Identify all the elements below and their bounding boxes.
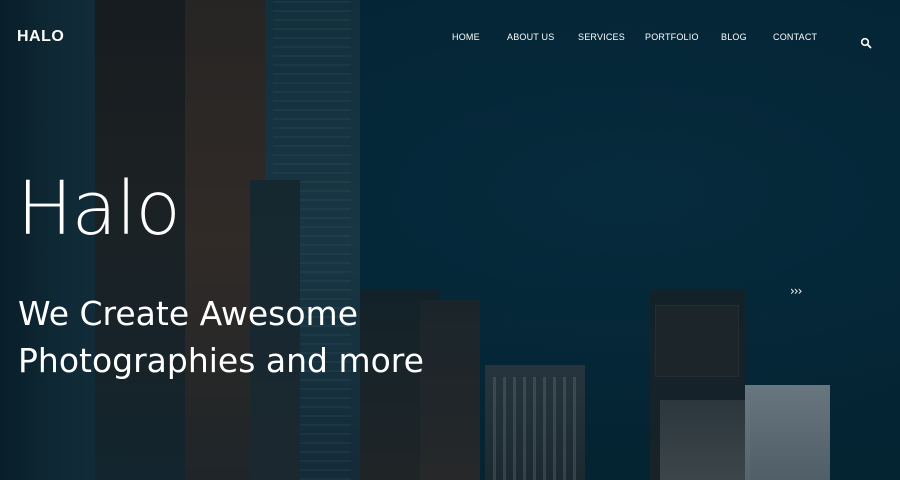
hero-subtitle-line: Photographies and more (18, 341, 424, 380)
nav-portfolio[interactable]: PORTFOLIO (645, 32, 699, 42)
main-nav: HOME ABOUT US SERVICES PORTFOLIO BLOG CO… (0, 32, 900, 46)
nav-services[interactable]: SERVICES (578, 32, 625, 42)
hero-subtitle: We Create Awesome Photographies and more (18, 290, 498, 384)
nav-blog[interactable]: BLOG (721, 32, 747, 42)
nav-home[interactable]: HOME (452, 32, 480, 42)
hero-subtitle-line: We Create Awesome (18, 294, 358, 333)
nav-contact[interactable]: CONTACT (773, 32, 817, 42)
next-slide-arrows-icon[interactable]: ››› (790, 284, 802, 298)
search-icon[interactable] (860, 34, 872, 49)
hero-title: Halo (17, 166, 181, 252)
nav-about-us[interactable]: ABOUT US (507, 32, 554, 42)
